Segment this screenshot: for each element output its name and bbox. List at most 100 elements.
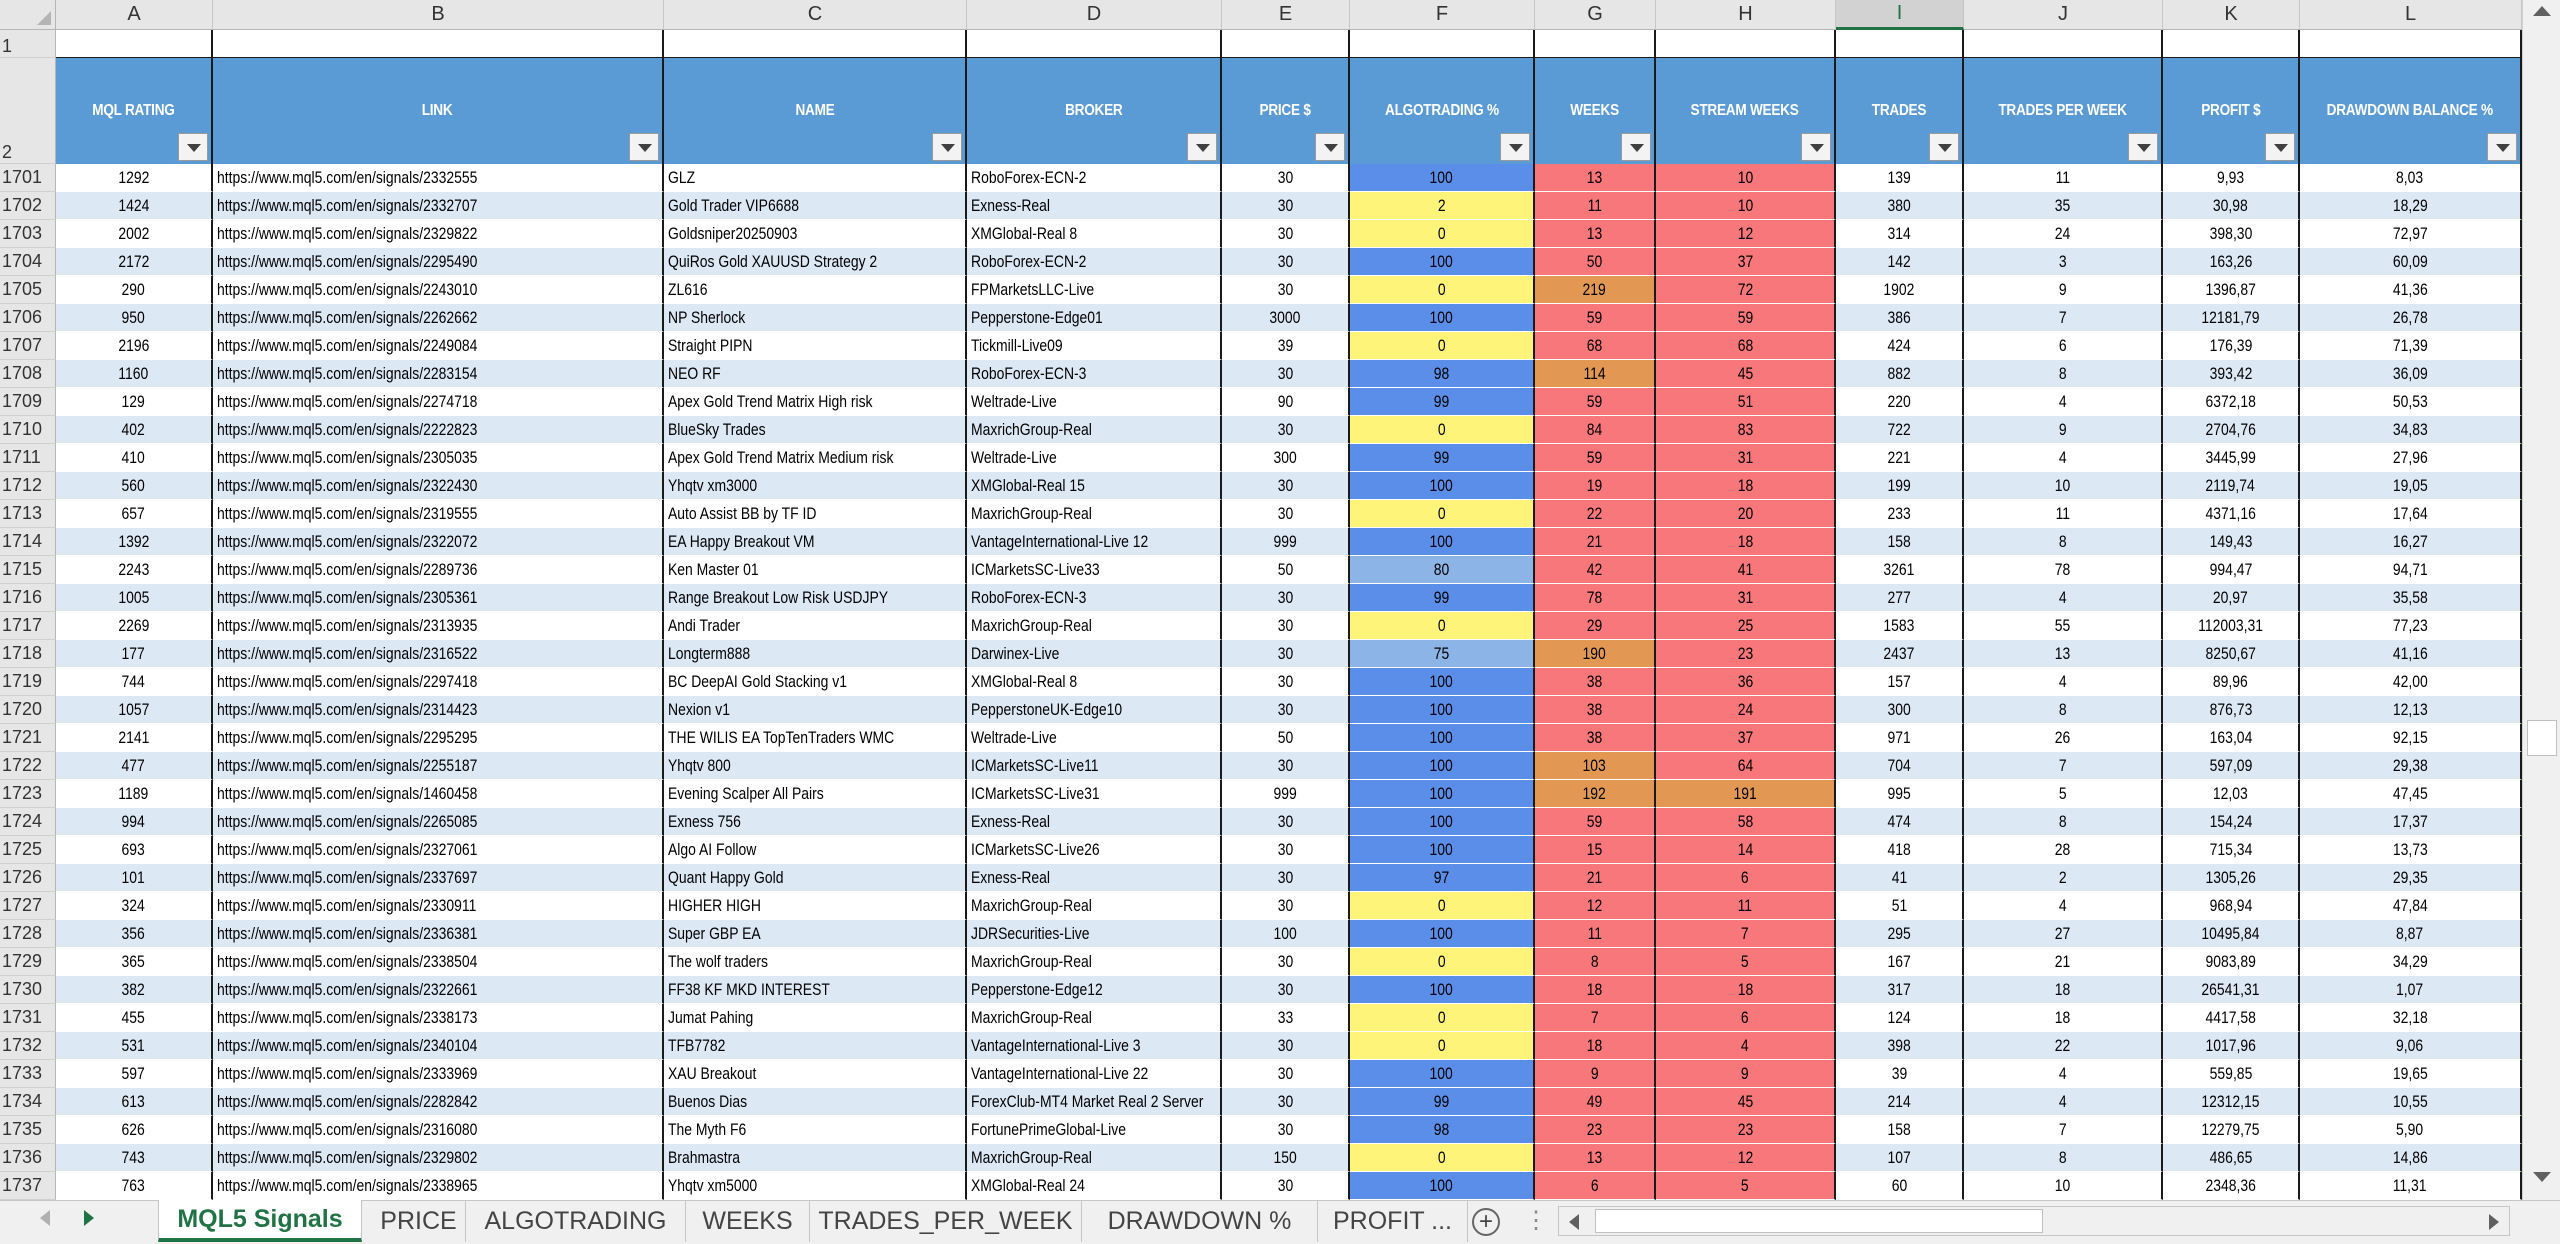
table-cell[interactable]: 1057 xyxy=(56,696,213,724)
table-cell[interactable]: 393,42 xyxy=(2163,360,2300,388)
table-cell[interactable]: 317 xyxy=(1836,976,1964,1004)
table-cell[interactable]: 35 xyxy=(1964,192,2163,220)
table-cell[interactable]: 176,39 xyxy=(2163,332,2300,360)
filter-dropdown-icon[interactable] xyxy=(1187,133,1217,161)
table-cell[interactable]: 290 xyxy=(56,276,213,304)
plus-circle-icon[interactable]: + xyxy=(1472,1208,1500,1236)
table-cell[interactable]: 41,36 xyxy=(2300,276,2522,304)
table-cell[interactable]: XMGlobal-Real 15 xyxy=(967,472,1222,500)
table-cell[interactable]: Jumat Pahing xyxy=(664,1004,967,1032)
table-cell[interactable]: 47,45 xyxy=(2300,780,2522,808)
table-cell[interactable]: 2172 xyxy=(56,248,213,276)
table-cell[interactable]: 486,65 xyxy=(2163,1144,2300,1172)
table-cell[interactable]: Weltrade-Live xyxy=(967,388,1222,416)
table-cell[interactable]: 78 xyxy=(1535,584,1656,612)
table-cell[interactable]: MaxrichGroup-Real xyxy=(967,612,1222,640)
table-cell[interactable]: HIGHER HIGH xyxy=(664,892,967,920)
table-cell[interactable]: 4 xyxy=(1964,388,2163,416)
blank-cell[interactable] xyxy=(2163,30,2300,58)
filter-dropdown-icon[interactable] xyxy=(178,133,208,161)
table-cell[interactable]: 9 xyxy=(1964,416,2163,444)
row-header[interactable]: 1732 xyxy=(0,1032,56,1060)
table-cell[interactable]: 233 xyxy=(1836,500,1964,528)
table-cell[interactable]: 30 xyxy=(1222,836,1350,864)
column-header-a[interactable]: A xyxy=(56,0,213,30)
table-cell[interactable]: 98 xyxy=(1350,360,1535,388)
table-cell[interactable]: 455 xyxy=(56,1004,213,1032)
table-cell[interactable]: ICMarketsSC-Live31 xyxy=(967,780,1222,808)
table-cell[interactable]: 34,83 xyxy=(2300,416,2522,444)
table-cell[interactable]: 5,90 xyxy=(2300,1116,2522,1144)
table-cell[interactable]: 1396,87 xyxy=(2163,276,2300,304)
table-cell[interactable]: https://www.mql5.com/en/signals/2327061 xyxy=(213,836,664,864)
table-cell[interactable]: 10495,84 xyxy=(2163,920,2300,948)
table-cell[interactable]: MaxrichGroup-Real xyxy=(967,948,1222,976)
table-cell[interactable]: MaxrichGroup-Real xyxy=(967,1144,1222,1172)
table-cell[interactable]: 21 xyxy=(1535,528,1656,556)
table-cell[interactable]: 8,03 xyxy=(2300,164,2522,192)
blank-cell[interactable] xyxy=(2300,30,2522,58)
table-cell[interactable]: 100 xyxy=(1350,808,1535,836)
table-cell[interactable]: https://www.mql5.com/en/signals/2332707 xyxy=(213,192,664,220)
table-cell[interactable]: Exness-Real xyxy=(967,864,1222,892)
table-cell[interactable]: 39 xyxy=(1836,1060,1964,1088)
table-cell[interactable]: Yhqtv xm3000 xyxy=(664,472,967,500)
filter-dropdown-icon[interactable] xyxy=(1801,133,1831,161)
table-cell[interactable]: 14,86 xyxy=(2300,1144,2522,1172)
table-cell[interactable]: 18 xyxy=(1656,528,1836,556)
table-cell[interactable]: 149,43 xyxy=(2163,528,2300,556)
filter-dropdown-icon[interactable] xyxy=(932,133,962,161)
table-cell[interactable]: 158 xyxy=(1836,528,1964,556)
table-cell[interactable]: Exness-Real xyxy=(967,808,1222,836)
table-cell[interactable]: https://www.mql5.com/en/signals/2340104 xyxy=(213,1032,664,1060)
column-header-k[interactable]: K xyxy=(2163,0,2300,30)
filter-dropdown-icon[interactable] xyxy=(1929,133,1959,161)
table-cell[interactable]: 38 xyxy=(1535,696,1656,724)
table-cell[interactable]: https://www.mql5.com/en/signals/2338173 xyxy=(213,1004,664,1032)
table-cell[interactable]: 199 xyxy=(1836,472,1964,500)
table-cell[interactable]: 163,04 xyxy=(2163,724,2300,752)
table-cell[interactable]: PepperstoneUK-Edge10 xyxy=(967,696,1222,724)
row-header[interactable]: 1717 xyxy=(0,612,56,640)
table-cell[interactable]: 23 xyxy=(1535,1116,1656,1144)
table-cell[interactable]: 89,96 xyxy=(2163,668,2300,696)
table-cell[interactable]: 30 xyxy=(1222,472,1350,500)
table-cell[interactable]: 1160 xyxy=(56,360,213,388)
table-cell[interactable]: 30,98 xyxy=(2163,192,2300,220)
table-cell[interactable]: 60,09 xyxy=(2300,248,2522,276)
table-cell[interactable]: 30 xyxy=(1222,892,1350,920)
table-cell[interactable]: 100 xyxy=(1350,920,1535,948)
table-cell[interactable]: 214 xyxy=(1836,1088,1964,1116)
table-cell[interactable]: RoboForex-ECN-2 xyxy=(967,164,1222,192)
table-cell[interactable]: 7 xyxy=(1964,752,2163,780)
table-cell[interactable]: 42,00 xyxy=(2300,668,2522,696)
table-cell[interactable]: https://www.mql5.com/en/signals/2316080 xyxy=(213,1116,664,1144)
table-cell[interactable]: VantageInternational-Live 3 xyxy=(967,1032,1222,1060)
table-cell[interactable]: 531 xyxy=(56,1032,213,1060)
table-cell[interactable]: 221 xyxy=(1836,444,1964,472)
row-header[interactable]: 1712 xyxy=(0,472,56,500)
table-cell[interactable]: 20 xyxy=(1656,500,1836,528)
table-cell[interactable]: 139 xyxy=(1836,164,1964,192)
table-cell[interactable]: 100 xyxy=(1350,472,1535,500)
table-cell[interactable]: 30 xyxy=(1222,276,1350,304)
row-header-2[interactable]: 2 xyxy=(0,58,56,164)
table-cell[interactable]: 11 xyxy=(1964,164,2163,192)
table-cell[interactable]: 418 xyxy=(1836,836,1964,864)
table-cell[interactable]: JDRSecurities-Live xyxy=(967,920,1222,948)
filter-dropdown-icon[interactable] xyxy=(1315,133,1345,161)
table-cell[interactable]: 41 xyxy=(1836,864,1964,892)
table-cell[interactable]: 9,06 xyxy=(2300,1032,2522,1060)
table-cell[interactable]: 10 xyxy=(1964,472,2163,500)
table-cell[interactable]: 277 xyxy=(1836,584,1964,612)
table-cell[interactable]: 398 xyxy=(1836,1032,1964,1060)
table-cell[interactable]: 0 xyxy=(1350,1032,1535,1060)
table-cell[interactable]: 101 xyxy=(56,864,213,892)
table-cell[interactable]: Apex Gold Trend Matrix High risk xyxy=(664,388,967,416)
filter-dropdown-icon[interactable] xyxy=(1500,133,1530,161)
table-cell[interactable]: 12,13 xyxy=(2300,696,2522,724)
row-header[interactable]: 1711 xyxy=(0,444,56,472)
table-cell[interactable]: 59 xyxy=(1535,808,1656,836)
table-cell[interactable]: 9083,89 xyxy=(2163,948,2300,976)
table-cell[interactable]: 876,73 xyxy=(2163,696,2300,724)
